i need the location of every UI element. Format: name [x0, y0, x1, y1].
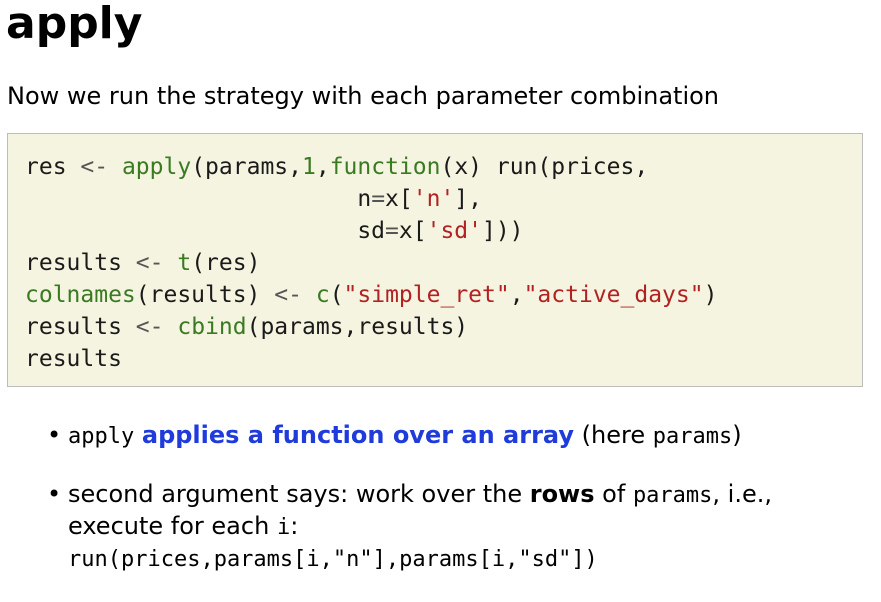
code-line-4: results <- t(res) — [25, 250, 261, 276]
bullet-item-second-argument: • second argument says: work over the row… — [47, 480, 772, 572]
apply-doc-link[interactable]: applies a function over an array — [142, 421, 574, 449]
code-line-1: res <- apply(params,1,function(x) run(pr… — [25, 154, 649, 180]
bullet-dot-icon: • — [47, 421, 62, 449]
code-line-2: n=x['n'], — [25, 186, 482, 212]
bullet-item-apply: • apply applies a function over an array … — [47, 421, 742, 449]
run-expression: run(prices,params[i,"n"],params[i,"sd"]) — [68, 547, 598, 572]
bullet-list: • apply applies a function over an array … — [47, 420, 867, 602]
slide-title: apply — [6, 0, 143, 49]
bullet-dot-icon: • — [47, 480, 62, 508]
code-line-5: colnames(results) <- c("simple_ret","act… — [25, 282, 718, 308]
code-line-7: results — [25, 346, 122, 372]
code-block: res <- apply(params,1,function(x) run(pr… — [7, 133, 863, 387]
code-listing: res <- apply(params,1,function(x) run(pr… — [25, 151, 862, 375]
code-line-6: results <- cbind(params,results) — [25, 314, 469, 340]
code-line-3: sd=x['sd'])) — [25, 218, 524, 244]
intro-text: Now we run the strategy with each parame… — [7, 82, 720, 110]
